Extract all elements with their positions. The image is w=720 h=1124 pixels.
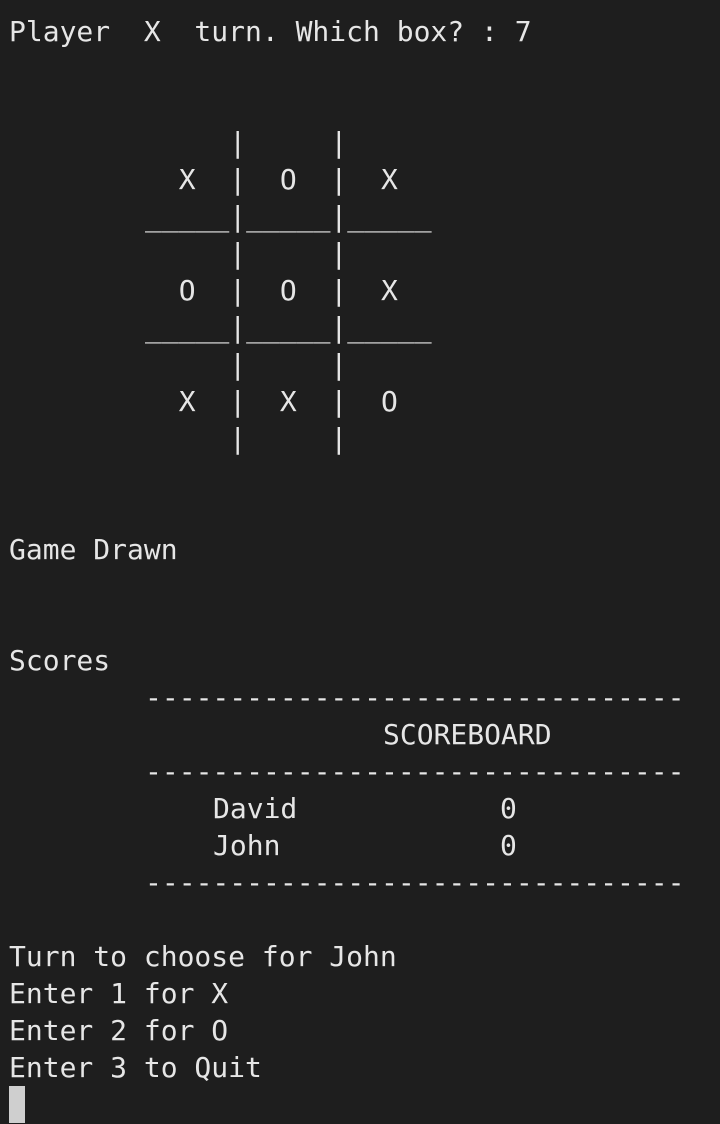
player-score: 0 bbox=[500, 829, 517, 862]
scoreboard-separator: -------------------------------- bbox=[145, 866, 685, 899]
board-row: _____|_____|_____ bbox=[145, 200, 432, 233]
board-row: | | bbox=[145, 237, 432, 270]
menu-option-1: Enter 1 for X bbox=[9, 977, 229, 1010]
board-row: | | bbox=[145, 348, 432, 381]
player-name: John bbox=[213, 829, 281, 862]
board-row: | | bbox=[145, 422, 432, 455]
board-row: O | O | X bbox=[145, 274, 432, 307]
board-row: X | O | X bbox=[145, 163, 432, 196]
menu-option-2: Enter 2 for O bbox=[9, 1014, 229, 1047]
prompt-line: Player X turn. Which box? : 7 bbox=[9, 15, 532, 48]
board-row: X | X | O bbox=[145, 385, 432, 418]
board-row: _____|_____|_____ bbox=[145, 311, 432, 344]
player-name: David bbox=[213, 792, 298, 825]
scoreboard-title: SCOREBOARD bbox=[383, 718, 552, 751]
menu-prompt: Turn to choose for John bbox=[9, 940, 397, 973]
scoreboard-separator: -------------------------------- bbox=[145, 755, 685, 788]
terminal-window[interactable]: Player X turn. Which box? : 7 | | X | O … bbox=[0, 0, 720, 1124]
result-text: Game Drawn bbox=[9, 533, 178, 566]
player-score: 0 bbox=[500, 792, 517, 825]
board-row: | | bbox=[145, 126, 432, 159]
input-cursor[interactable] bbox=[9, 1086, 25, 1123]
scores-heading: Scores bbox=[9, 644, 111, 677]
menu-option-3: Enter 3 to Quit bbox=[9, 1051, 262, 1084]
scoreboard-separator: -------------------------------- bbox=[145, 681, 685, 714]
